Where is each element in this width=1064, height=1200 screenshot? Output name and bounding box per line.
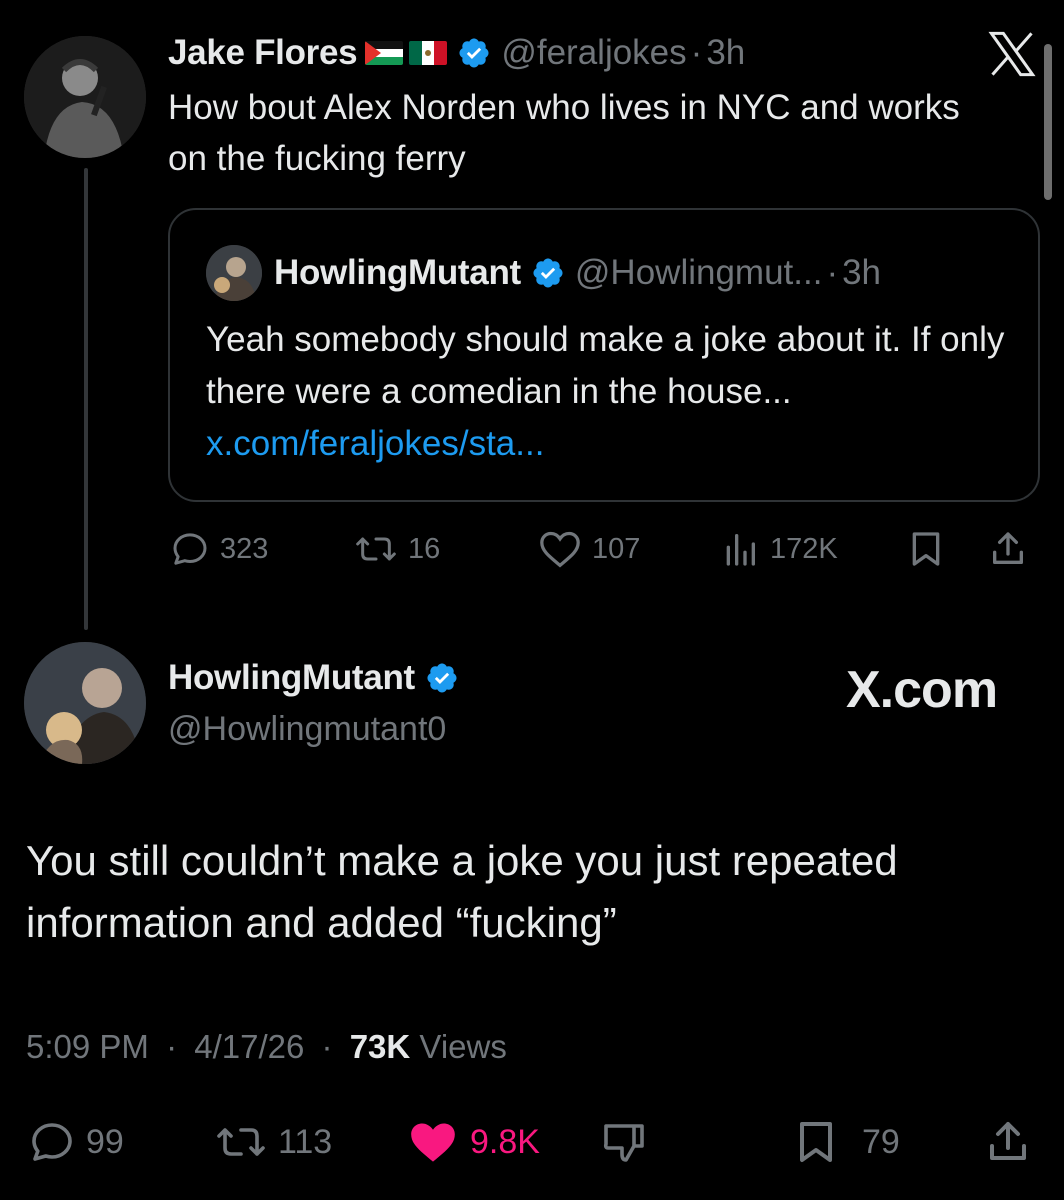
author-name[interactable]: HowlingMutant xyxy=(168,658,415,698)
tweet-header: HowlingMutant xyxy=(168,656,469,700)
tweet-time[interactable]: 3h xyxy=(706,33,745,73)
verified-badge-icon[interactable] xyxy=(457,36,491,70)
repost-count: 16 xyxy=(408,532,441,565)
author-handle[interactable]: @feraljokes xyxy=(501,33,686,73)
avatar[interactable] xyxy=(24,36,146,158)
tweet-meta: 5:09 PM · 4/17/26 · 73K Views xyxy=(26,1028,507,1066)
bookmark-button[interactable]: 79 xyxy=(792,1118,900,1166)
quoted-tweet-card[interactable]: HowlingMutant @Howlingmut... · 3h Yeah s… xyxy=(168,208,1040,502)
author-handle[interactable]: @Howlingmutant0 xyxy=(168,710,446,749)
repost-button[interactable]: 16 xyxy=(354,528,440,570)
quoted-text-body: Yeah somebody should make a joke about i… xyxy=(206,320,1005,411)
share-icon xyxy=(993,532,1023,564)
thread-line xyxy=(84,168,88,630)
quoted-tweet-time: 3h xyxy=(842,253,882,292)
quoted-link[interactable]: x.com/feraljokes/sta... xyxy=(206,424,544,463)
views-count: 172K xyxy=(770,532,838,565)
thumbs-down-icon xyxy=(603,1124,644,1162)
tweet-text: You still couldn’t make a joke you just … xyxy=(26,837,898,946)
separator-dot: · xyxy=(826,253,839,292)
mexico-flag-icon xyxy=(409,41,448,65)
reply-button[interactable]: 323 xyxy=(170,528,268,570)
scrollbar[interactable] xyxy=(1044,44,1052,200)
tweet-text: How bout Alex Norden who lives in NYC an… xyxy=(168,88,960,178)
x-logo-icon[interactable] xyxy=(986,28,1038,80)
views-count: 73K xyxy=(349,1028,411,1065)
reply-count: 99 xyxy=(86,1122,124,1161)
bookmark-button[interactable] xyxy=(906,528,946,570)
repost-icon xyxy=(217,1128,265,1156)
repost-button[interactable]: 113 xyxy=(214,1118,332,1166)
verified-badge-icon[interactable] xyxy=(425,661,459,695)
like-button[interactable]: 107 xyxy=(538,528,640,570)
separator-dot: · xyxy=(166,1028,178,1065)
share-icon xyxy=(990,1122,1026,1160)
quoted-author-handle: @Howlingmut... xyxy=(574,253,823,292)
separator-dot: · xyxy=(321,1028,333,1065)
palestine-flag-icon xyxy=(365,41,404,65)
heart-icon xyxy=(540,531,580,568)
like-count: 9.8K xyxy=(470,1122,540,1161)
bookmark-icon xyxy=(800,1122,832,1162)
reply-count: 323 xyxy=(220,532,269,565)
heart-filled-icon xyxy=(411,1123,455,1162)
views-label: Views xyxy=(419,1028,507,1065)
quoted-author-name: HowlingMutant xyxy=(274,253,521,292)
dislike-button[interactable] xyxy=(600,1118,648,1166)
like-button[interactable]: 9.8K xyxy=(406,1118,540,1166)
views-button[interactable]: 172K xyxy=(720,528,838,570)
repost-count: 113 xyxy=(278,1122,333,1161)
reply-button[interactable]: 99 xyxy=(28,1118,124,1166)
quoted-tweet-text: Yeah somebody should make a joke about i… xyxy=(206,314,1006,470)
xcom-brand: X.com xyxy=(846,661,998,719)
reply-icon xyxy=(173,533,207,565)
bookmark-icon xyxy=(912,532,940,566)
tweet-time[interactable]: 5:09 PM xyxy=(26,1028,149,1065)
bookmark-count: 79 xyxy=(862,1122,900,1161)
tweet-header: Jake Flores @feraljokes · 3h xyxy=(168,30,745,76)
repost-icon xyxy=(356,537,396,561)
verified-badge-icon xyxy=(531,256,565,290)
share-button[interactable] xyxy=(988,528,1028,570)
like-count: 107 xyxy=(592,532,641,565)
avatar[interactable] xyxy=(24,642,146,764)
separator-dot: · xyxy=(690,33,703,72)
quoted-avatar xyxy=(206,245,262,301)
views-icon xyxy=(726,534,755,566)
quoted-tweet-header: HowlingMutant @Howlingmut... · 3h xyxy=(206,245,882,301)
tweet-date[interactable]: 4/17/26 xyxy=(194,1028,304,1065)
author-name[interactable]: Jake Flores xyxy=(168,33,358,73)
share-button[interactable] xyxy=(984,1118,1032,1166)
reply-icon xyxy=(32,1123,72,1161)
